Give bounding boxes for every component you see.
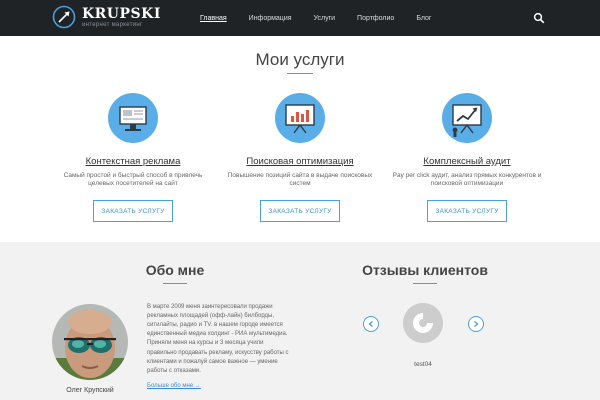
service-card-seo: Поисковая оптимизация Повышение позиций … xyxy=(216,92,384,188)
main-nav: Главная Информация Услуги Портфолио Блог xyxy=(200,0,453,36)
search-icon[interactable] xyxy=(533,12,545,24)
nav-item-blog[interactable]: Блог xyxy=(416,15,431,22)
service-title-context[interactable]: Контекстная реклама xyxy=(49,156,217,167)
reviews-next-button[interactable] xyxy=(468,316,484,332)
about-text: В марте 2009 меня заинтересовали продажи… xyxy=(147,304,289,374)
client-avatar xyxy=(403,303,443,343)
nav-item-portfolio[interactable]: Портфолио xyxy=(357,15,394,22)
logo-title: KRUPSKI xyxy=(82,5,161,22)
about-title: Обо мне xyxy=(145,262,205,278)
top-navbar: KRUPSKI интернет маркетинг Главная Инфор… xyxy=(0,0,600,36)
service-title-seo[interactable]: Поисковая оптимизация xyxy=(216,156,384,167)
logo-subtitle: интернет маркетинг xyxy=(82,21,143,28)
growth-chart-icon xyxy=(442,93,492,143)
order-button-context[interactable]: ЗАКАЗАТЬ УСЛУГУ xyxy=(93,200,173,222)
services-title-underline xyxy=(287,73,313,74)
reviews-prev-button[interactable] xyxy=(363,316,379,332)
chevron-left-icon xyxy=(368,321,373,327)
service-desc-seo: Повышение позиций сайта в выдаче поисков… xyxy=(227,172,373,188)
service-desc-audit: Pay per click аудит, анализ прямых конку… xyxy=(392,172,542,188)
reviews-title: Отзывы клиентов xyxy=(362,262,488,278)
nav-item-services[interactable]: Услуги xyxy=(314,15,336,22)
service-card-context: Контекстная реклама Самый простой и быст… xyxy=(49,92,217,188)
order-button-seo[interactable]: ЗАКАЗАТЬ УСЛУГУ xyxy=(260,200,340,222)
owner-name: Олег Крупский xyxy=(66,387,114,394)
logo[interactable]: KRUPSKI интернет маркетинг xyxy=(52,5,161,29)
services-title: Мои услуги xyxy=(255,50,345,69)
nav-item-info[interactable]: Информация xyxy=(249,15,292,22)
client-name: test04 xyxy=(414,361,432,368)
about-more-link[interactable]: Больше обо мне → xyxy=(147,383,201,389)
reviews-title-underline xyxy=(413,283,437,284)
service-title-audit[interactable]: Комплексный аудит xyxy=(383,156,551,167)
service-card-audit: Комплексный аудит Pay per click аудит, а… xyxy=(383,92,551,188)
portrait-image xyxy=(52,304,128,380)
avatar xyxy=(52,304,128,380)
gravatar-icon xyxy=(403,303,443,343)
presentation-board-icon xyxy=(275,93,325,143)
chevron-right-icon xyxy=(474,321,479,327)
about-title-underline xyxy=(163,283,187,284)
nav-item-home[interactable]: Главная xyxy=(200,15,227,22)
logo-arrow-icon xyxy=(52,5,76,29)
monitor-icon xyxy=(108,93,158,143)
order-button-audit[interactable]: ЗАКАЗАТЬ УСЛУГУ xyxy=(427,200,507,222)
service-desc-context: Самый простой и быстрый способ в привлеч… xyxy=(63,172,203,188)
